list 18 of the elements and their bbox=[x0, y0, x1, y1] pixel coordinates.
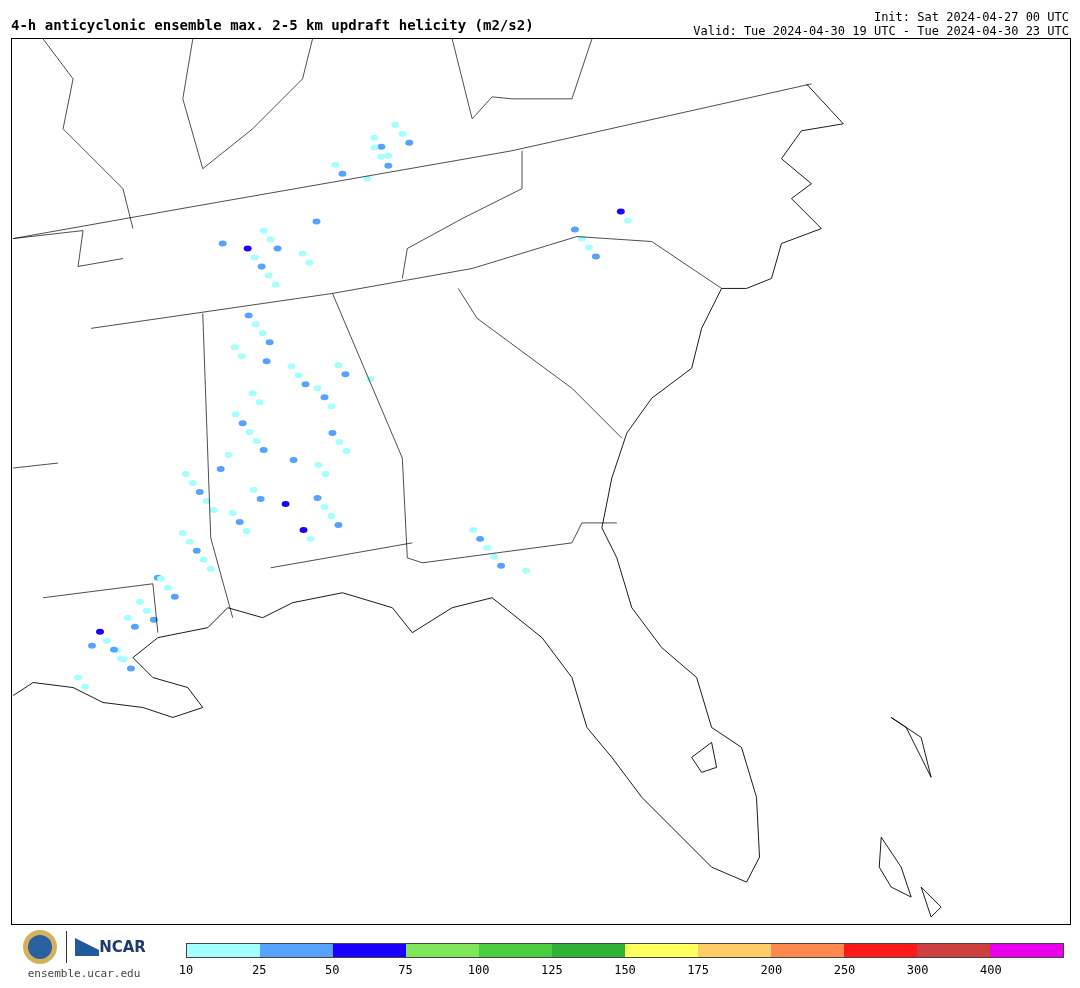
scale-tick-label: 50 bbox=[325, 963, 340, 977]
scale-tick-label: 175 bbox=[687, 963, 709, 977]
scale-tick-label: 300 bbox=[906, 963, 929, 977]
scale-tick-label: 100 bbox=[467, 963, 490, 977]
globe-emblem-icon bbox=[22, 929, 59, 965]
scale-tick-label: 150 bbox=[614, 963, 636, 977]
scale-tick-label: 200 bbox=[760, 963, 783, 977]
init-time: Init: Sat 2024-04-27 00 UTC bbox=[873, 10, 1069, 24]
scale-tick-label: 400 bbox=[980, 963, 1002, 977]
scale-tick-label: 25 bbox=[251, 963, 267, 977]
scale-tick-label: 125 bbox=[541, 963, 563, 977]
scale-tick-label: 250 bbox=[833, 963, 856, 977]
ncar-logo: NCAR bbox=[75, 938, 146, 956]
site-url: ensemble.ucar.edu bbox=[27, 967, 141, 980]
scale-tick-label: 75 bbox=[398, 963, 413, 977]
scale-tick-label: 10 bbox=[178, 963, 194, 977]
map-title: 4-h anticyclonic ensemble max. 2-5 km updraft helicity (m2/s2) bbox=[11, 17, 534, 33]
valid-time: Valid: Tue 2024-04-30 19 UTC - Tue 2024-04-30 23 UTC bbox=[693, 24, 1069, 38]
